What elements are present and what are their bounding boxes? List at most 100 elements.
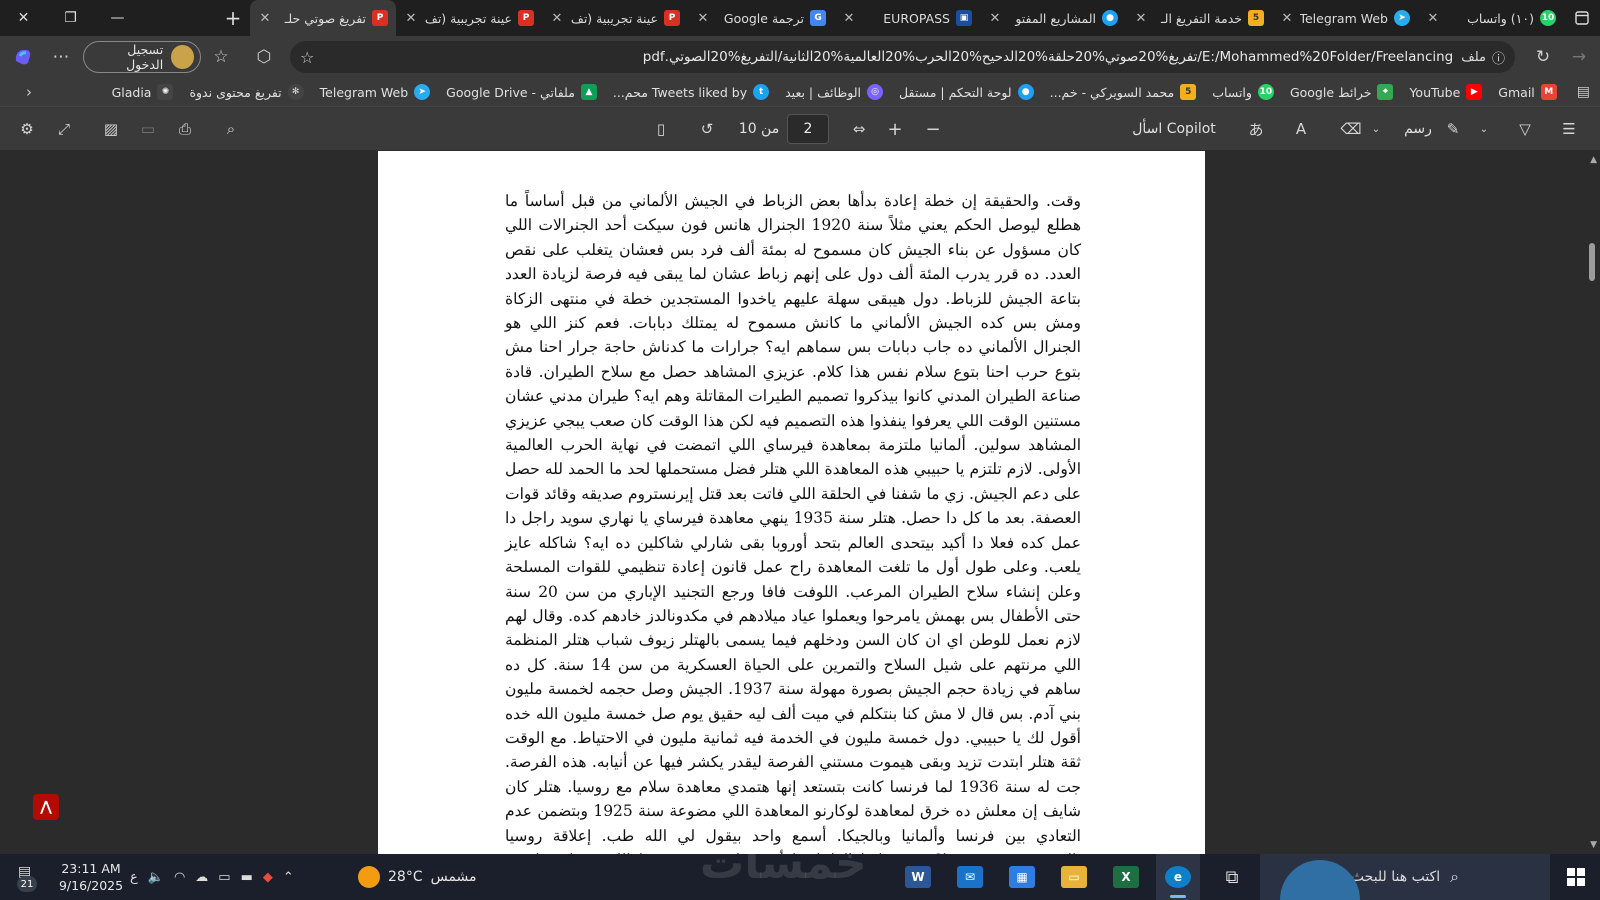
bookmark-whatsapp[interactable]: 10 واتساب xyxy=(1212,84,1274,100)
tab-actions-icon[interactable] xyxy=(1564,0,1600,36)
chevron-down-icon[interactable]: ⌄ xyxy=(1476,107,1492,151)
word-app-icon[interactable]: W xyxy=(896,854,940,900)
tab-google-translate[interactable]: G ترجمة Google ✕ xyxy=(688,0,834,36)
tab-telegram[interactable]: ➤ Telegram Web ✕ xyxy=(1272,0,1418,36)
mail-app-icon[interactable]: ✉ xyxy=(948,854,992,900)
copilot-icon[interactable] xyxy=(6,40,40,74)
eraser-icon[interactable]: ⌫ xyxy=(1338,107,1364,151)
read-aloud-icon[interactable]: A xyxy=(1288,107,1314,151)
table-of-contents-icon[interactable]: ☰ xyxy=(1556,107,1582,151)
acrobat-icon[interactable]: ⋀ xyxy=(33,794,59,820)
excel-app-icon[interactable]: X xyxy=(1104,854,1148,900)
print-icon[interactable]: ⎙ xyxy=(172,107,198,151)
chevron-left-icon[interactable]: ‹ xyxy=(26,83,32,101)
mostaql-icon: ● xyxy=(1102,10,1118,26)
bookmark-mostaql-dashboard[interactable]: ● لوحة التحكم | مستقل xyxy=(899,84,1034,100)
microsoft-store-icon[interactable]: ▦ xyxy=(1000,854,1044,900)
sign-in-button[interactable]: تسجيل الدخول xyxy=(83,41,201,73)
extensions-icon[interactable]: ⬡ xyxy=(247,40,281,74)
fullscreen-icon[interactable]: ⤢ xyxy=(51,107,77,151)
close-icon[interactable]: ✕ xyxy=(1280,11,1294,26)
tab-europass[interactable]: ▣ EUROPASS ✕ xyxy=(834,0,980,36)
close-icon[interactable]: ✕ xyxy=(988,11,1002,26)
translate-icon[interactable]: あ xyxy=(1243,107,1269,151)
bookmark-baaeed-jobs[interactable]: ◎ الوظائف | بعيد xyxy=(785,84,884,100)
tab-pdf-sample-1[interactable]: P عينة تجريبية (تف ✕ xyxy=(542,0,688,36)
file-explorer-icon[interactable]: ▭ xyxy=(1052,854,1096,900)
chevron-up-icon[interactable]: ⌃ xyxy=(283,870,294,885)
tab-mostaql[interactable]: ● المشاريع المفتو ✕ xyxy=(980,0,1126,36)
keyboard-language[interactable]: ع xyxy=(130,870,138,885)
window-controls: ✕ ❐ — xyxy=(0,0,141,36)
scroll-thumb[interactable] xyxy=(1589,243,1595,281)
task-view-icon[interactable]: ⧉ xyxy=(1210,854,1254,900)
save-icon[interactable]: ▭ xyxy=(135,107,161,151)
bookmark-youtube[interactable]: ▶ YouTube xyxy=(1409,84,1483,100)
bookmark-label: محمد السويركي - خم... xyxy=(1049,84,1175,100)
tab-whatsapp[interactable]: 10 (١٠) واتساب ✕ xyxy=(1418,0,1564,36)
close-icon[interactable]: ✕ xyxy=(842,11,856,26)
highlight-icon[interactable]: ▽ xyxy=(1512,107,1538,151)
security-icon[interactable]: ◆ xyxy=(263,870,273,885)
bookmark-google-maps[interactable]: ⌖ خرائط Google xyxy=(1290,84,1394,100)
close-icon[interactable]: ✕ xyxy=(258,11,272,26)
tab-khamsat[interactable]: 5 خدمة التفريغ الـ ✕ xyxy=(1126,0,1272,36)
restore-window-icon[interactable]: ❐ xyxy=(47,0,94,36)
url-text[interactable]: E:/Mohammed%20Folder/Freelancing/تفريغ%2… xyxy=(314,49,1461,65)
bookmark-twitter-likes[interactable]: t Tweets liked by محم... xyxy=(613,84,770,100)
taskbar-search[interactable]: ⌕ اكتب هنا للبحث xyxy=(1260,854,1550,900)
khamsat-icon: 5 xyxy=(1180,84,1197,100)
pdf-viewer[interactable]: وقت. والحقيقة إن خطة إعادة بدأها بعض الز… xyxy=(0,151,1600,854)
minimize-window-icon[interactable]: — xyxy=(94,0,141,36)
onedrive-icon[interactable]: ☁ xyxy=(195,870,208,885)
wifi-icon[interactable]: ◠ xyxy=(174,870,185,885)
bookmark-khamsat-profile[interactable]: 5 محمد السويركي - خم... xyxy=(1050,84,1197,100)
close-window-icon[interactable]: ✕ xyxy=(0,0,47,36)
page-number-input[interactable]: 2 xyxy=(787,114,829,144)
bookmark-gladia[interactable]: ✺ Gladia xyxy=(112,84,174,100)
zoom-out-icon[interactable]: − xyxy=(920,107,946,151)
bookmark-gmail[interactable]: M Gmail xyxy=(1498,84,1557,100)
edge-app-icon[interactable]: e xyxy=(1156,854,1200,900)
new-tab-icon[interactable]: + xyxy=(216,0,250,36)
zoom-in-icon[interactable]: + xyxy=(882,107,908,151)
ask-copilot-button[interactable]: اسأل Copilot xyxy=(1128,107,1220,151)
page-view-icon[interactable]: ▯ xyxy=(648,107,674,151)
bookmark-google-drive[interactable]: ▲ ملفاتي - Google Drive xyxy=(446,84,597,100)
save-as-icon[interactable]: ▨ xyxy=(98,107,124,151)
close-icon[interactable]: ✕ xyxy=(550,11,564,26)
fit-width-icon[interactable]: ⇔ xyxy=(846,107,872,151)
reading-list-icon[interactable]: ▤ xyxy=(1577,84,1590,100)
favorites-icon[interactable]: ☆ xyxy=(204,40,238,74)
bookmark-seminar-transcript[interactable]: ✻ تفريغ محتوى ندوة xyxy=(189,84,304,100)
address-bar[interactable]: ⓘ ملف E:/Mohammed%20Folder/Freelancing/ت… xyxy=(290,41,1515,73)
tab-pdf-transcript[interactable]: P تفريغ صوتي حلـ ✕ xyxy=(250,0,396,36)
draw-button[interactable]: رسم xyxy=(1400,107,1436,151)
scroll-up-icon[interactable]: ▲ xyxy=(1590,155,1597,165)
scrollbar[interactable]: ▲ ▼ xyxy=(1584,151,1600,854)
clock[interactable]: 23:11 AM 9/16/2025 xyxy=(56,860,126,894)
chevron-down-icon[interactable]: ⌄ xyxy=(1368,107,1384,151)
volume-icon[interactable]: 🔈 xyxy=(148,870,164,885)
settings-icon[interactable]: ⚙ xyxy=(14,107,40,151)
bookmark-telegram[interactable]: ➤ Telegram Web xyxy=(320,84,431,100)
battery-icon[interactable]: ▬ xyxy=(241,870,253,885)
meet-now-icon[interactable]: ▭ xyxy=(218,870,230,885)
rotate-icon[interactable]: ↺ xyxy=(694,107,720,151)
close-icon[interactable]: ✕ xyxy=(1426,11,1440,26)
site-info[interactable]: ⓘ ملف xyxy=(1461,48,1505,67)
windows-start-icon[interactable] xyxy=(1552,854,1600,900)
close-icon[interactable]: ✕ xyxy=(404,11,418,26)
refresh-icon[interactable]: ↻ xyxy=(1526,40,1560,74)
close-icon[interactable]: ✕ xyxy=(1134,11,1148,26)
back-icon[interactable]: → xyxy=(1562,40,1596,74)
weather-widget[interactable]: مشمس 28°C xyxy=(358,854,477,900)
scroll-down-icon[interactable]: ▼ xyxy=(1590,840,1597,850)
add-favorite-icon[interactable]: ☆ xyxy=(300,48,314,67)
more-options-icon[interactable]: ⋯ xyxy=(44,40,78,74)
close-icon[interactable]: ✕ xyxy=(696,11,710,26)
search-icon[interactable]: ⌕ xyxy=(218,107,244,151)
sign-in-label: تسجيل الدخول xyxy=(126,42,164,72)
draw-pen-icon[interactable]: ✎ xyxy=(1440,107,1466,151)
tab-pdf-sample-2[interactable]: P عينة تجريبية (تف ✕ xyxy=(396,0,542,36)
